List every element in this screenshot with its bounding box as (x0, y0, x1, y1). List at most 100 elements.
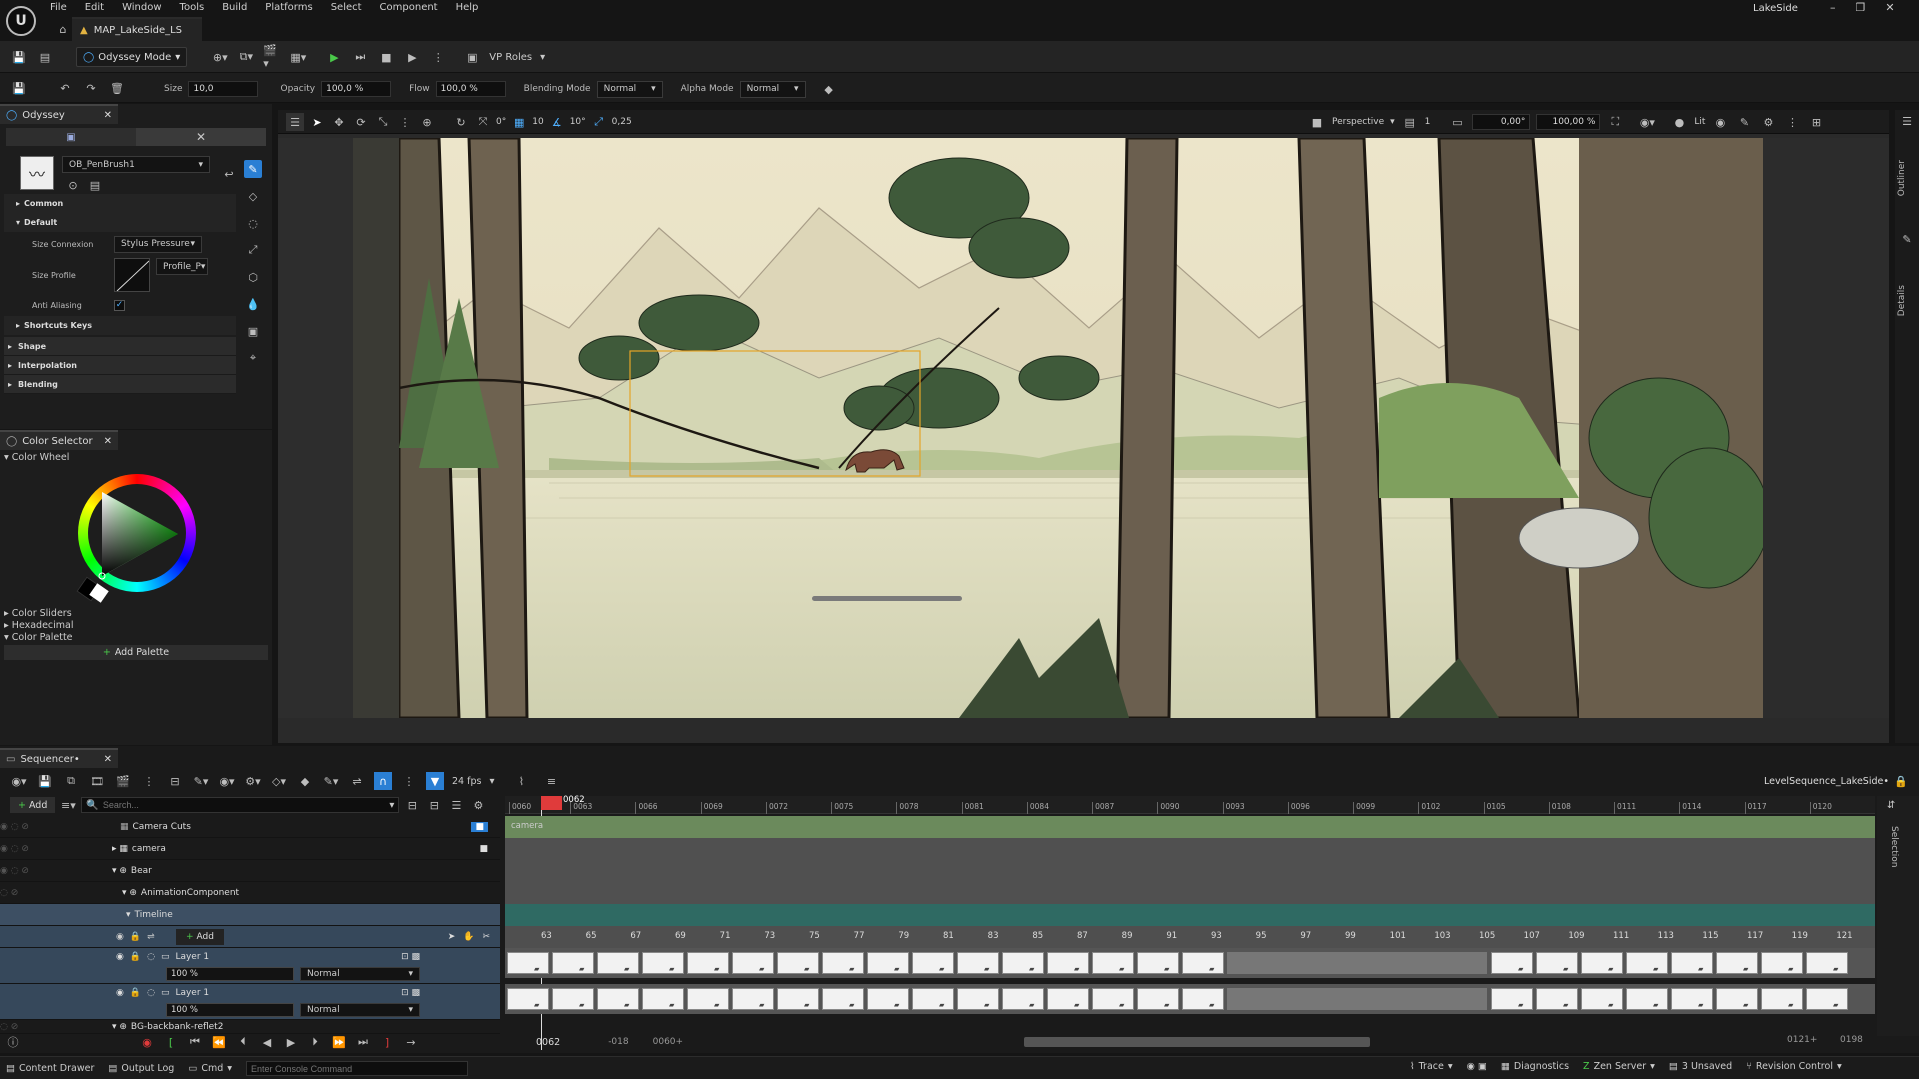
eye-icon[interactable]: ◉ (116, 988, 124, 998)
time-ruler[interactable]: 0060 0063 0066 0069 0072 0075 0078 0081 0084 0087… (505, 795, 1875, 814)
lock-icon[interactable]: 🔒 (1892, 772, 1910, 790)
play-range-out[interactable]: 0121+ (1787, 1035, 1817, 1045)
trim-icon[interactable]: ⇌ (348, 772, 366, 790)
snap-icon[interactable]: ⤧ (474, 113, 492, 131)
content-drawer-button[interactable]: ▤ Content Drawer (6, 1063, 94, 1074)
drawing-frame[interactable]: ▰ (552, 952, 594, 974)
drawing-frame[interactable]: ▰ (687, 988, 729, 1010)
color-wheel-header[interactable]: ▾ Color Wheel (0, 450, 272, 465)
current-frame-field[interactable]: 0062 (536, 1037, 560, 1048)
camera-cuts-section[interactable]: camera (505, 816, 1875, 838)
drawing-frame[interactable]: ▰ (642, 952, 684, 974)
track-layer-2[interactable]: ◉ 🔒 ◌ ▭ Layer 1 ⊡ ▩ 100 % Normal ▾ (0, 984, 500, 1020)
layer-options-icon[interactable]: ⊡ ▩ (401, 988, 420, 998)
world-menu-icon[interactable]: ◉▾ (10, 772, 28, 790)
pen-tool-icon[interactable]: ✎ (244, 160, 262, 178)
more-icon[interactable]: ⋮ (140, 772, 158, 790)
home-icon[interactable]: ⌂ (54, 20, 72, 38)
outliner-tab[interactable]: Outliner (1897, 160, 1907, 196)
eraser-icon[interactable]: ◆ (820, 80, 838, 98)
drawing-frame[interactable]: ▰ (732, 988, 774, 1010)
cut-icon[interactable]: ✂ (482, 932, 490, 942)
next-frame-icon[interactable]: ⏵ (306, 1033, 324, 1051)
outliner-icon[interactable]: ☰ (1898, 112, 1916, 130)
layer-opacity-field[interactable]: 100 % (166, 1003, 294, 1017)
details-icon[interactable]: ✎ (1898, 230, 1916, 248)
settings-icon[interactable]: ⚙ (469, 796, 487, 814)
keyframe-icon[interactable]: ◆ (296, 772, 314, 790)
anim-component-lane[interactable] (505, 882, 1875, 904)
list-icon[interactable]: ☰ (447, 796, 465, 814)
drawing-frame[interactable]: ▰ (1536, 952, 1578, 974)
layer-opacity-field[interactable]: 100 % (166, 967, 294, 981)
alpha-mode-dropdown[interactable]: Normal ▾ (739, 80, 806, 98)
clear-brush-icon[interactable]: ✕ (136, 128, 266, 146)
drawing-frame[interactable]: ▰ (1047, 952, 1089, 974)
category-default[interactable]: ▾ Default (4, 213, 236, 232)
prev-key-icon[interactable]: ⏪ (210, 1033, 228, 1051)
close-tab-icon[interactable]: ✕ (104, 754, 112, 765)
drawing-frame[interactable]: ▰ (777, 952, 819, 974)
color-wheel[interactable] (78, 474, 196, 592)
lit-dropdown[interactable]: Lit (1694, 117, 1705, 127)
drawing-icon[interactable]: ✋ (463, 932, 474, 942)
track-timeline[interactable]: ▾ Timeline (0, 904, 500, 926)
blueprint-icon[interactable]: ⧉▾ (237, 48, 255, 66)
undo-icon[interactable]: ↶ (56, 79, 74, 97)
view-range-start[interactable]: -018 (608, 1037, 628, 1047)
track-bear[interactable]: ◉ ◌ ⊘ ▾ ⊕ Bear (0, 860, 500, 882)
lock-icon[interactable]: 🔒 (130, 952, 141, 962)
add-actor-icon[interactable]: ⊕▾ (211, 48, 229, 66)
folder-icon[interactable]: ▤ (86, 176, 104, 194)
color-selector-tab[interactable]: ◯ Color Selector ✕ (0, 430, 118, 450)
level-viewport[interactable]: ☰ ➤ ✥ ⟳ ⤡ ⋮ ⊕ ↻ ⤧ 0° ▦ 10 ∡ 10° ⤢ 0,25 ■… (278, 110, 1889, 743)
angle-field[interactable]: 0,00° (1472, 114, 1531, 130)
category-interpolation[interactable]: ▸ Interpolation (4, 356, 236, 375)
rotate-icon[interactable]: ⟳ (352, 113, 370, 131)
drawing-frame[interactable]: ▰ (867, 952, 909, 974)
drawing-frame[interactable]: ▰ (1716, 952, 1758, 974)
drawing-frame[interactable]: ▰ (867, 988, 909, 1010)
screen-icon[interactable]: ▭ (1448, 113, 1466, 131)
selection-tab[interactable]: Selection (1889, 826, 1899, 867)
snap-magnet-icon[interactable]: ∩ (374, 772, 392, 790)
expand-icon[interactable]: ⇵ (1887, 800, 1895, 811)
color-sliders-header[interactable]: ▸ Color Sliders (4, 608, 74, 620)
drawing-frame[interactable]: ▰ (1092, 988, 1134, 1010)
timeline-lane[interactable] (505, 904, 1875, 926)
drawing-frame[interactable]: ▰ (1761, 952, 1803, 974)
hexadecimal-header[interactable]: ▸ Hexadecimal (4, 620, 74, 632)
menu-component[interactable]: Component (380, 2, 438, 13)
record-icon[interactable]: ◉ (138, 1033, 156, 1051)
sequencer-tab[interactable]: ▭ Sequencer• ✕ (0, 748, 118, 768)
menu-file[interactable]: File (50, 2, 67, 13)
key-menu-icon[interactable]: ◇▾ (270, 772, 288, 790)
collapse-icon[interactable]: ⊟ (403, 796, 421, 814)
drawing-frame[interactable]: ▰ (552, 988, 594, 1010)
play-reverse-icon[interactable]: ◀ (258, 1033, 276, 1051)
drawing-frame[interactable]: ▰ (1581, 952, 1623, 974)
viewport-menu-icon[interactable]: ☰ (286, 113, 304, 131)
output-log-button[interactable]: ▤ Output Log (108, 1063, 174, 1074)
cinematics-icon[interactable]: 🎬▾ (263, 44, 281, 70)
launch-icon[interactable]: ▶ (403, 48, 421, 66)
close-tab-icon[interactable]: ✕ (104, 436, 112, 447)
prev-frame-icon[interactable]: ⏴ (234, 1033, 252, 1051)
menu-help[interactable]: Help (456, 2, 479, 13)
grid-value[interactable]: 10 (532, 117, 543, 127)
hierarchy-icon[interactable]: ⊟ (166, 772, 184, 790)
surface-snap-icon[interactable]: ↻ (452, 113, 470, 131)
anti-aliasing-checkbox[interactable]: ✓ (114, 299, 125, 311)
track-animation-component[interactable]: ◌ ⊘ ▾ ⊕ AnimationComponent (0, 882, 500, 904)
color-palette-header[interactable]: ▾ Color Palette (4, 632, 74, 644)
brush-thumbnail[interactable]: 〰 (20, 156, 54, 190)
track-search-input[interactable] (102, 800, 386, 810)
layer-blend-dropdown[interactable]: Normal ▾ (300, 1003, 420, 1017)
play-range-in[interactable]: 0060+ (653, 1037, 683, 1047)
drawing-frame[interactable]: ▰ (1761, 988, 1803, 1010)
unreal-logo-icon[interactable]: U (6, 6, 36, 36)
drawing-frame[interactable]: ▰ (597, 952, 639, 974)
drawing-frame[interactable]: ▰ (1137, 988, 1179, 1010)
record-icon[interactable]: ◉ ▣ (1467, 1061, 1487, 1072)
rot-snap-icon[interactable]: ∡ (548, 113, 566, 131)
